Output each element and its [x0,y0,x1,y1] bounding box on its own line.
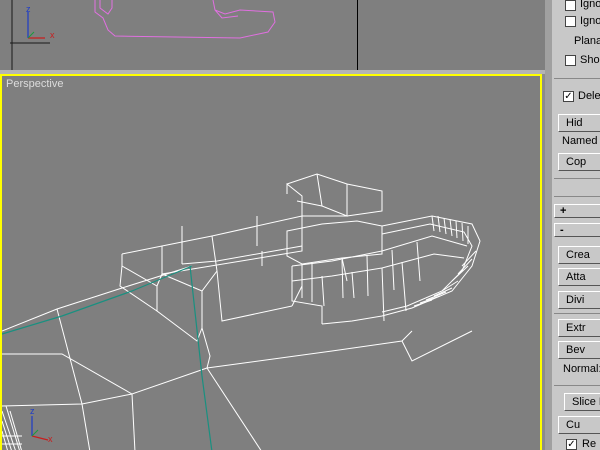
top-axis-x-label: x [50,30,55,40]
planar-threshold-label: Plana [574,35,600,47]
delete-label: Dele [578,90,600,102]
copy-button[interactable]: Cop [558,153,600,171]
persp-axis-x-line [31,435,49,441]
delete-isolated-checkbox[interactable]: ✓ [563,91,574,102]
divide-button[interactable]: Divi [558,291,600,309]
persp-axis-x-label: x [48,434,53,444]
show-normals-checkbox[interactable] [565,55,576,66]
refine-ends-checkbox[interactable]: ✓ [566,439,577,450]
panel-separator-4 [554,313,600,314]
ignore-backfacing-checkbox[interactable] [565,0,576,11]
top-viewport-canvas: z x [10,0,276,70]
normal-label: Normal: [563,363,600,375]
perspective-viewport[interactable]: Perspective z x [0,74,542,450]
attach-button[interactable]: Atta [558,268,600,286]
named-selections-label: Named [562,135,598,147]
perspective-canvas: z x [2,173,481,450]
rollout-collapsed-toggle[interactable]: + [554,204,600,218]
panel-separator-3 [554,196,600,197]
bevel-button[interactable]: Bev [558,341,600,359]
create-button[interactable]: Crea [558,246,600,264]
slice-plane-button[interactable]: Slice F [564,393,600,411]
hide-button[interactable]: Hid [558,114,600,132]
ignore-label-1: Igno [580,0,600,10]
cut-button[interactable]: Cu [558,416,600,434]
top-viewport[interactable]: z x [0,0,545,70]
viewport-divider[interactable] [357,0,358,70]
top-spline-outline [94,0,276,39]
persp-axis-z-label: z [30,406,35,416]
persp-axis-y-line [31,429,39,437]
selected-edges [2,265,213,450]
hull-stern-detail [2,405,22,450]
panel-separator-5 [554,385,600,386]
ignore-label-2: Igno [580,15,600,27]
axis-y-line [27,31,35,39]
panel-separator [554,78,600,79]
show-label: Sho [580,54,600,66]
top-axis-z-label: z [26,4,31,14]
refine-label: Re [582,438,597,450]
extrude-button[interactable]: Extr [558,319,600,337]
panel-separator-2 [554,178,600,179]
rollout-expanded-toggle[interactable]: - [554,223,600,237]
command-panel-scrollbar[interactable] [545,0,552,450]
command-panel: Igno Igno Plana Sho ✓ Dele Hid Named Cop… [545,0,600,450]
ignore-visible-checkbox[interactable] [565,16,576,27]
